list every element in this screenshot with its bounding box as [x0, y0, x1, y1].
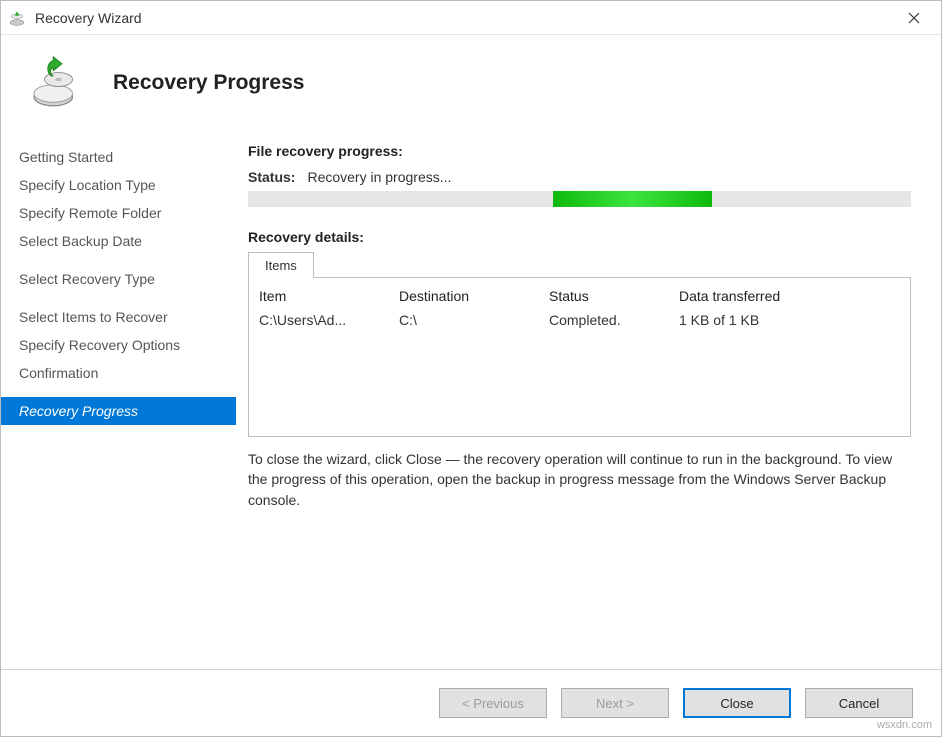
- status-label: Status:: [248, 169, 295, 185]
- page-title: Recovery Progress: [113, 71, 304, 95]
- col-data-transferred: Data transferred: [679, 288, 859, 304]
- sidebar-item-select-items-to-recover[interactable]: Select Items to Recover: [1, 303, 236, 331]
- close-icon[interactable]: [893, 1, 935, 34]
- status-value: Recovery in progress...: [307, 169, 451, 185]
- sidebar-item-select-recovery-type[interactable]: Select Recovery Type: [1, 265, 236, 293]
- header: Recovery Progress: [1, 35, 941, 135]
- help-text: To close the wizard, click Close — the r…: [248, 449, 911, 510]
- cancel-button[interactable]: Cancel: [805, 688, 913, 718]
- cell-destination: C:\: [399, 312, 539, 328]
- recovery-details-table: Item Destination Status Data transferred…: [248, 277, 911, 437]
- progress-bar: [248, 191, 911, 207]
- status-row: Status: Recovery in progress...: [248, 169, 911, 185]
- sidebar-item-specify-remote-folder[interactable]: Specify Remote Folder: [1, 199, 236, 227]
- recovery-icon: [27, 55, 83, 111]
- close-button[interactable]: Close: [683, 688, 791, 718]
- recovery-wizard-window: Recovery Wizard Recovery Progress Gettin…: [0, 0, 942, 737]
- titlebar: Recovery Wizard: [1, 1, 941, 35]
- sidebar-item-specify-location-type[interactable]: Specify Location Type: [1, 171, 236, 199]
- table-row: C:\Users\Ad... C:\ Completed. 1 KB of 1 …: [259, 308, 900, 332]
- sidebar-item-getting-started[interactable]: Getting Started: [1, 143, 236, 171]
- sidebar: Getting Started Specify Location Type Sp…: [1, 135, 236, 669]
- col-status: Status: [549, 288, 669, 304]
- progress-section-label: File recovery progress:: [248, 143, 911, 159]
- window-title: Recovery Wizard: [35, 10, 893, 26]
- content-row: Getting Started Specify Location Type Sp…: [1, 135, 941, 669]
- col-item: Item: [259, 288, 389, 304]
- app-icon: [7, 8, 27, 28]
- tab-items[interactable]: Items: [248, 252, 314, 278]
- cell-item: C:\Users\Ad...: [259, 312, 389, 328]
- next-button: Next >: [561, 688, 669, 718]
- col-destination: Destination: [399, 288, 539, 304]
- cell-status: Completed.: [549, 312, 669, 328]
- sidebar-item-recovery-progress[interactable]: Recovery Progress: [1, 397, 236, 425]
- progress-chunk: [553, 191, 712, 207]
- sidebar-item-confirmation[interactable]: Confirmation: [1, 359, 236, 387]
- button-bar: < Previous Next > Close Cancel: [1, 669, 941, 736]
- details-label: Recovery details:: [248, 229, 911, 245]
- tab-strip: Items: [248, 251, 911, 277]
- cell-data-transferred: 1 KB of 1 KB: [679, 312, 859, 328]
- previous-button: < Previous: [439, 688, 547, 718]
- table-header: Item Destination Status Data transferred: [259, 284, 900, 308]
- watermark: wsxdn.com: [877, 719, 932, 731]
- sidebar-item-select-backup-date[interactable]: Select Backup Date: [1, 227, 236, 255]
- main-panel: File recovery progress: Status: Recovery…: [236, 135, 941, 669]
- sidebar-item-specify-recovery-options[interactable]: Specify Recovery Options: [1, 331, 236, 359]
